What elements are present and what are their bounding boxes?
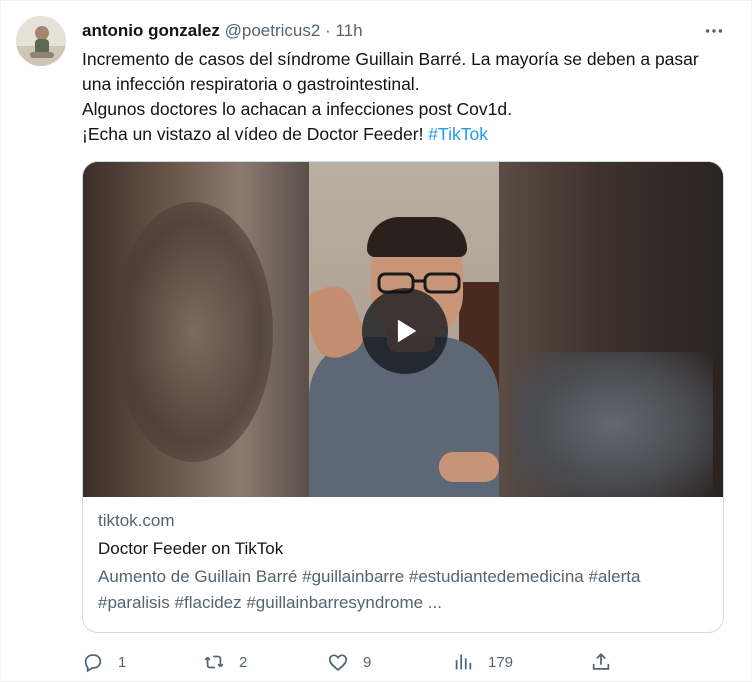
play-button[interactable] (362, 288, 448, 374)
card-meta: tiktok.com Doctor Feeder on TikTok Aumen… (98, 508, 708, 616)
retweet-button[interactable]: 2 (203, 648, 247, 676)
avatar-image (16, 16, 66, 66)
author-name[interactable]: antonio gonzalez (82, 21, 220, 40)
action-bar: 1 2 9 179 (82, 648, 642, 676)
avatar[interactable] (16, 16, 66, 66)
card-domain: tiktok.com (98, 511, 175, 530)
views-button[interactable]: 179 (452, 648, 513, 676)
views-count: 179 (488, 653, 514, 671)
reply-icon (84, 654, 102, 673)
header-separator: · (325, 21, 331, 40)
more-options-button[interactable] (701, 18, 727, 44)
share-icon (592, 652, 610, 670)
reply-button[interactable]: 1 (82, 648, 126, 676)
tweet-timestamp[interactable]: 11h (335, 21, 362, 40)
card-description: Aumento de Guillain Barré #guillainbarre… (98, 567, 641, 612)
share-button[interactable] (590, 648, 612, 676)
person-hand (439, 452, 499, 482)
more-horizontal-icon (705, 29, 723, 33)
thumbnail-blur-right-shape (513, 352, 713, 497)
retweet-icon (204, 655, 224, 669)
thumbnail-blur-left-shape (113, 202, 273, 462)
like-button[interactable]: 9 (327, 648, 371, 676)
heart-icon (328, 654, 348, 671)
video-thumbnail[interactable] (83, 162, 723, 497)
person-hair (367, 217, 467, 257)
views-icon (455, 654, 472, 670)
tweet-header: antonio gonzalez @poetricus2 · 11h (82, 20, 363, 42)
hashtag-link[interactable]: #TikTok (428, 124, 488, 144)
play-icon (397, 319, 417, 343)
reply-count: 1 (118, 653, 127, 671)
tweet-text-line: Algunos doctores lo achacan a infeccione… (82, 99, 512, 119)
tweet-text-line: Incremento de casos del síndrome Guillai… (82, 49, 699, 94)
card-title: Doctor Feeder on TikTok (98, 539, 284, 558)
like-count: 9 (363, 653, 372, 671)
link-card[interactable]: tiktok.com Doctor Feeder on TikTok Aumen… (82, 161, 724, 633)
retweet-count: 2 (239, 653, 248, 671)
author-handle[interactable]: @poetricus2 (225, 21, 321, 40)
tweet-text-segment: ¡Echa un vistazo al vídeo de Doctor Feed… (82, 124, 429, 144)
tweet-text-line: ¡Echa un vistazo al vídeo de Doctor Feed… (82, 122, 722, 147)
tweet[interactable]: antonio gonzalez @poetricus2 · 11h Incre… (0, 0, 752, 682)
tweet-text: Incremento de casos del síndrome Guillai… (82, 47, 722, 147)
